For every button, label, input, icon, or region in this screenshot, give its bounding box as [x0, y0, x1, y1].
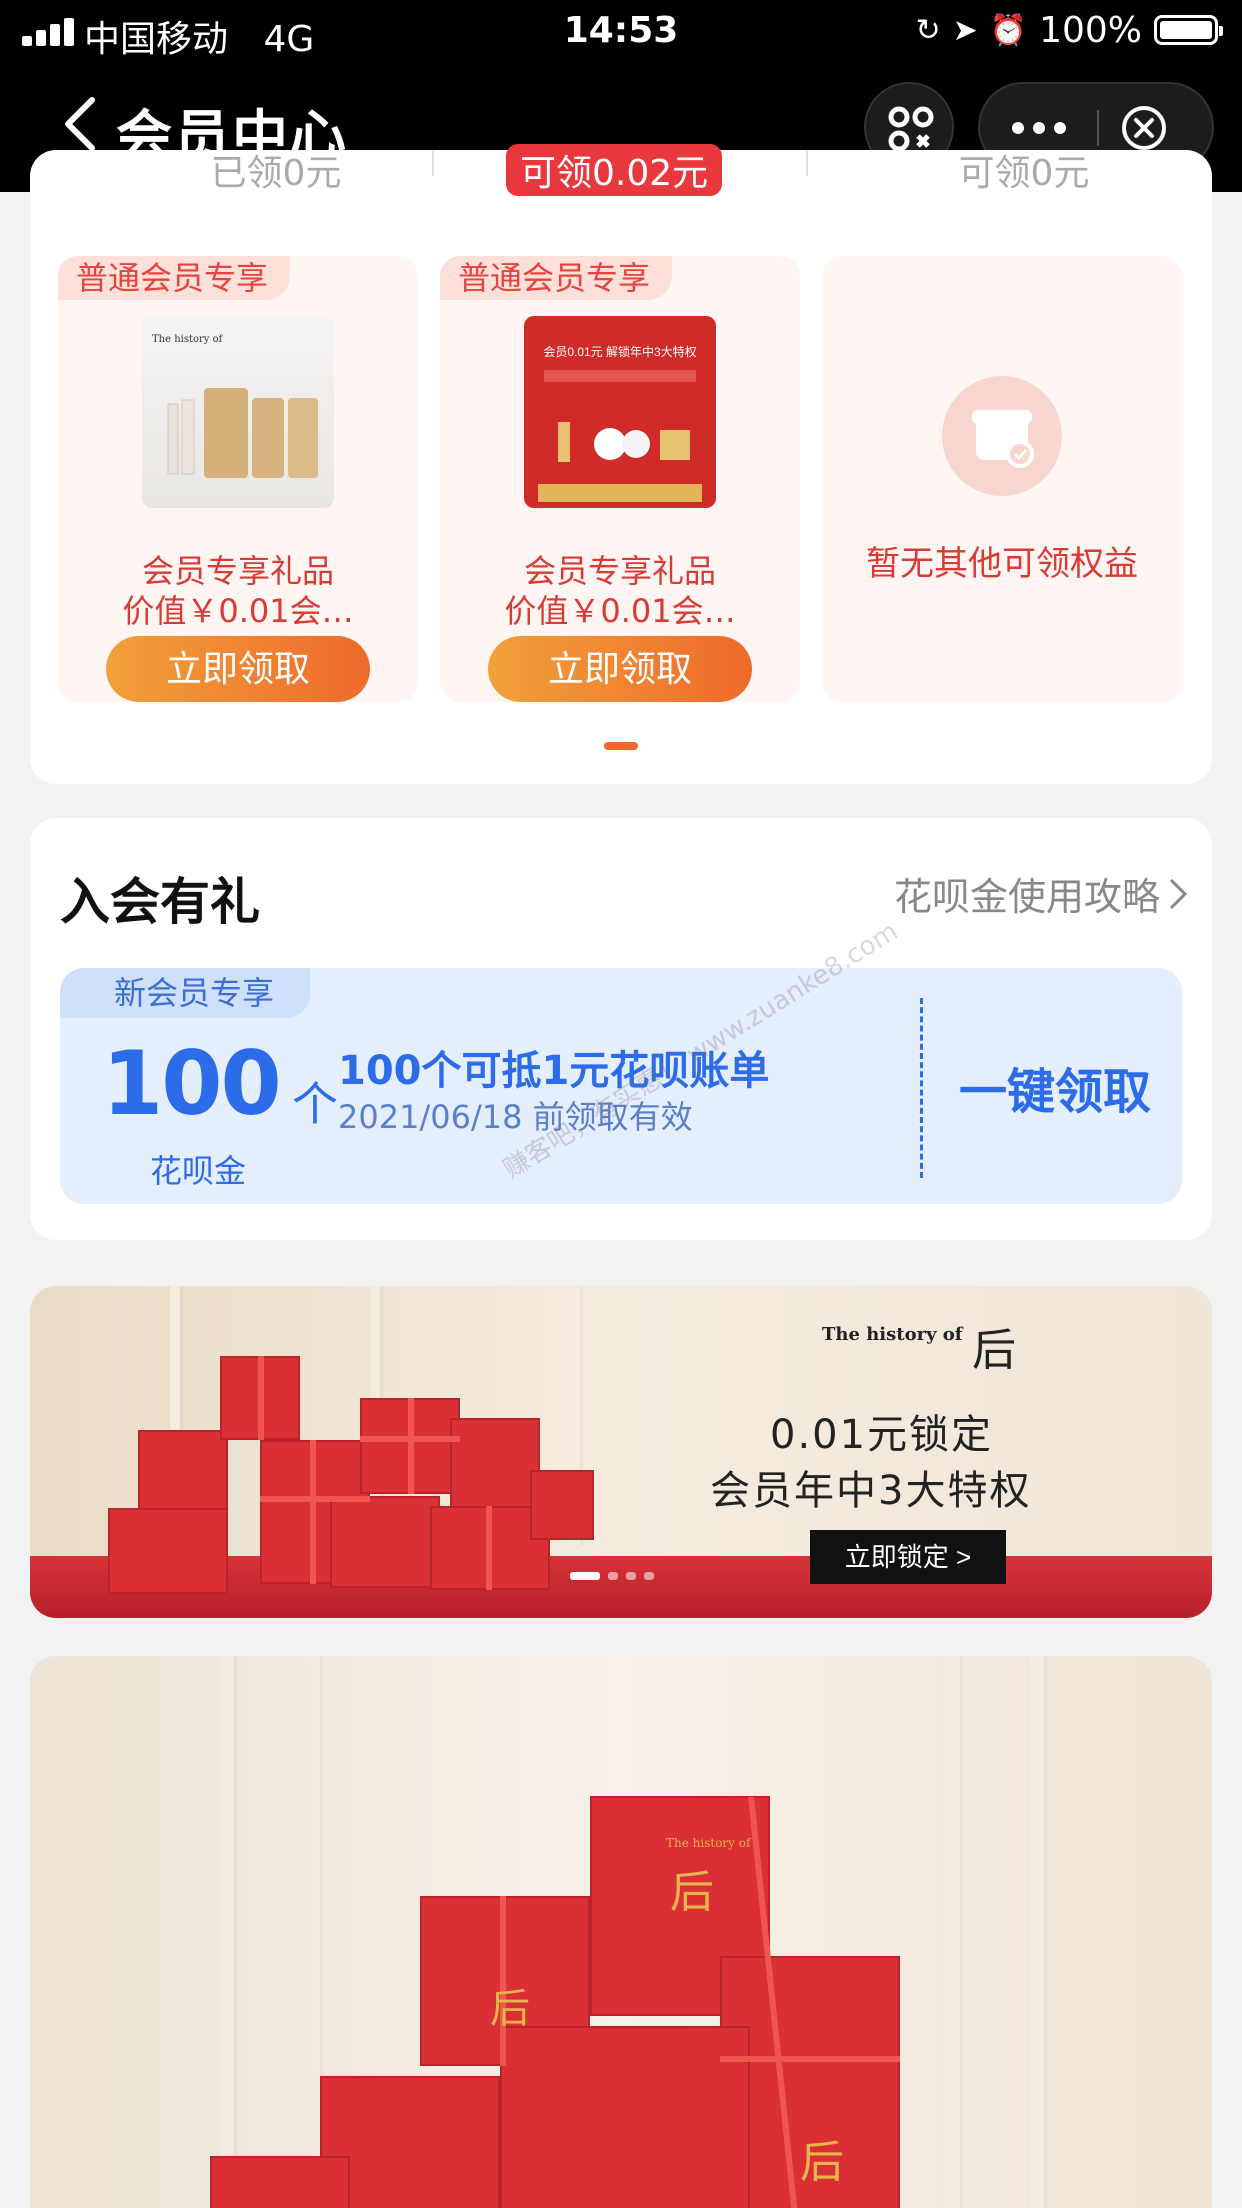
brand-logo: 后	[972, 1325, 1016, 1376]
join-gift-section: 入会有礼 花呗金使用攻略 新会员专享 100 个 花呗金 100个可抵1元花呗账…	[30, 818, 1212, 1240]
chevron-right-icon	[1169, 878, 1188, 909]
stage-other: 可领0元	[958, 153, 1090, 194]
lock-now-button[interactable]: 立即锁定 >	[810, 1530, 1006, 1584]
claim-button[interactable]: 立即领取	[106, 636, 370, 702]
gift-value: 价值￥0.01会…	[504, 592, 736, 630]
battery-percent: 100%	[1039, 9, 1142, 51]
box-brand: The history of	[666, 1836, 751, 1850]
gift-product-image: The history of	[142, 316, 334, 508]
gift-card: 普通会员专享 The history of 会员专享礼品 价值￥0.01会… 立…	[58, 256, 418, 702]
section-title: 入会有礼	[60, 873, 260, 931]
pagination-dot	[626, 1572, 636, 1580]
status-bar: 中国移动 4G 14:53 ↻ ➤ ⏰ 100%	[0, 0, 1242, 64]
box-logo: 后	[670, 1867, 714, 1918]
gift-image-caption: 会员0.01元 解锁年中3大特权	[543, 344, 696, 359]
claim-button[interactable]: 立即领取	[488, 636, 752, 702]
product-banner[interactable]: The history of 后 后 后	[30, 1656, 1212, 2208]
benefit-section: 已领0元 可领0.02元 可领0元 普通会员专享 The history of …	[30, 144, 1212, 784]
location-arrow-icon: ➤	[952, 12, 978, 48]
orientation-lock-icon: ↻	[915, 12, 941, 48]
gift-card: 普通会员专享 会员0.01元 解锁年中3大特权 会员专享礼品 价值￥0.01会……	[440, 256, 800, 702]
coupon-divider	[920, 998, 923, 1178]
coupon-unit: 个	[292, 1077, 338, 1131]
banner-subline: 会员年中3大特权	[710, 1468, 1032, 1514]
more-dots-icon	[1012, 122, 1024, 134]
banner-pagination	[570, 1572, 654, 1580]
promo-banner[interactable]: The history of 后 0.01元锁定 会员年中3大特权 立即锁定 >	[30, 1286, 1212, 1618]
svg-text:The history of: The history of	[152, 334, 224, 345]
capsule-divider	[1097, 110, 1099, 146]
battery-icon	[1154, 15, 1223, 45]
coupon-tag: 新会员专享	[60, 968, 311, 1018]
gift-tag: 普通会员专享	[58, 256, 291, 300]
gift-card-empty: 暂无其他可领权益	[822, 256, 1182, 702]
coupon-label: 花呗金	[150, 1152, 247, 1190]
empty-box-icon	[942, 376, 1062, 496]
brand-name: The history of	[822, 1324, 963, 1345]
stage-claimed: 已领0元	[210, 153, 342, 194]
guide-link[interactable]: 花呗金使用攻略	[894, 866, 1188, 921]
empty-message: 暂无其他可领权益	[866, 544, 1138, 584]
pagination-dot	[644, 1572, 654, 1580]
gift-value: 价值￥0.01会…	[122, 592, 354, 630]
alarm-icon: ⏰	[989, 12, 1028, 48]
banner-headline: 0.01元锁定	[770, 1412, 994, 1458]
coupon-amount: 100	[102, 1032, 282, 1135]
guide-link-label: 花呗金使用攻略	[893, 875, 1160, 919]
benefit-stages: 已领0元 可领0.02元 可领0元	[30, 144, 1212, 196]
gift-tag: 普通会员专享	[440, 256, 673, 300]
claim-all-button[interactable]: 一键领取	[928, 1052, 1182, 1122]
pagination-dot	[608, 1572, 618, 1580]
pagination-dot	[570, 1572, 600, 1580]
stage-available: 可领0.02元	[506, 144, 723, 196]
gift-product-image: 会员0.01元 解锁年中3大特权	[524, 316, 716, 508]
carousel-indicator	[604, 742, 638, 750]
